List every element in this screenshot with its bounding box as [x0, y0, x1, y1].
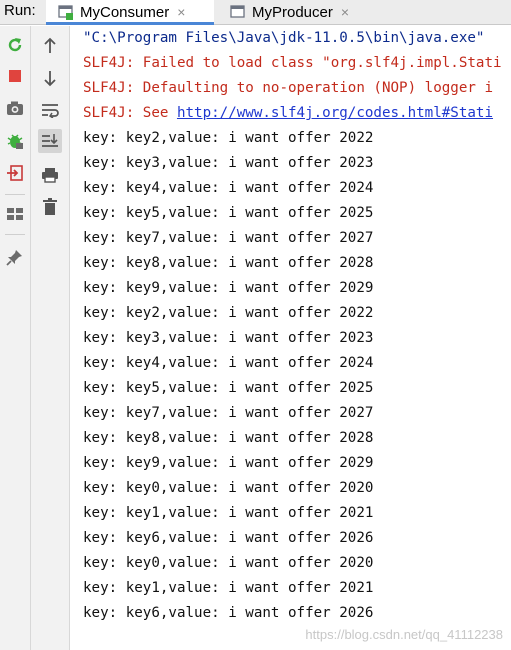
console-output-line: key: key6,value: i want offer 2026 [83, 605, 374, 621]
console-output-line: key: key3,value: i want offer 2023 [83, 330, 374, 346]
console-output-line: key: key1,value: i want offer 2021 [83, 505, 374, 521]
print-icon[interactable] [38, 163, 62, 187]
soft-wrap-icon[interactable] [38, 98, 62, 122]
console-output-line: key: key0,value: i want offer 2020 [83, 480, 374, 496]
console-app-icon [58, 4, 74, 20]
console-actions-toolbar [31, 26, 70, 650]
run-actions-toolbar [0, 26, 31, 650]
console-output-line: key: key8,value: i want offer 2028 [83, 430, 374, 446]
toolbar-separator [5, 194, 25, 195]
console-output-line: key: key7,value: i want offer 2027 [83, 405, 374, 421]
down-arrow-icon[interactable] [38, 66, 62, 90]
console-output-line: key: key1,value: i want offer 2021 [83, 580, 374, 596]
console-output-line: key: key9,value: i want offer 2029 [83, 280, 374, 296]
layout-icon[interactable] [3, 202, 27, 226]
console-output-line: key: key0,value: i want offer 2020 [83, 555, 374, 571]
scroll-to-end-icon[interactable] [38, 129, 62, 153]
slf4j-codes-link[interactable]: http://www.slf4j.org/codes.html#Stati [177, 105, 493, 121]
rerun-icon[interactable] [3, 33, 27, 57]
run-label: Run: [4, 2, 36, 19]
console-output-line: key: key4,value: i want offer 2024 [83, 355, 374, 371]
pin-icon[interactable] [3, 245, 27, 269]
toolbar-separator [5, 234, 25, 235]
run-tool-header: Run: MyConsumer × MyProducer × [0, 0, 511, 25]
debug-icon[interactable] [3, 129, 27, 153]
tab-label: MyConsumer [80, 3, 170, 21]
close-icon[interactable]: × [177, 4, 185, 20]
stop-icon[interactable] [3, 64, 27, 88]
console-output-line: key: key6,value: i want offer 2026 [83, 530, 374, 546]
console-warning-line: SLF4J: Defaulting to no-operation (NOP) … [83, 80, 493, 96]
console-warning-line: SLF4J: Failed to load class "org.slf4j.i… [83, 55, 502, 71]
console-output-line: key: key2,value: i want offer 2022 [83, 305, 374, 321]
tab-label: MyProducer [252, 3, 333, 21]
console-output-line: key: key9,value: i want offer 2029 [83, 455, 374, 471]
console-output-line: key: key7,value: i want offer 2027 [83, 230, 374, 246]
console-output-line: key: key3,value: i want offer 2023 [83, 155, 374, 171]
tab-myconsumer[interactable]: MyConsumer × [46, 0, 214, 25]
console-warning-prefix: SLF4J: See [83, 105, 177, 121]
up-arrow-icon[interactable] [38, 34, 62, 58]
close-icon[interactable]: × [341, 4, 349, 20]
watermark: https://blog.csdn.net/qq_41112238 [305, 627, 503, 642]
console-output-line: key: key4,value: i want offer 2024 [83, 180, 374, 196]
console-output-line: key: key8,value: i want offer 2028 [83, 255, 374, 271]
console-output-line: key: key2,value: i want offer 2022 [83, 130, 374, 146]
trash-icon[interactable] [38, 195, 62, 219]
tab-myproducer[interactable]: MyProducer × [218, 0, 368, 24]
console-output-line: key: key5,value: i want offer 2025 [83, 205, 374, 221]
console-output-line: key: key5,value: i want offer 2025 [83, 380, 374, 396]
console-command-line: "C:\Program Files\Java\jdk-11.0.5\bin\ja… [83, 30, 485, 46]
exit-icon[interactable] [3, 161, 27, 185]
console-warning-line: SLF4J: See http://www.slf4j.org/codes.ht… [83, 101, 493, 126]
console-app-icon [230, 4, 246, 20]
camera-icon[interactable] [3, 96, 27, 120]
console-output[interactable]: "C:\Program Files\Java\jdk-11.0.5\bin\ja… [70, 26, 511, 650]
